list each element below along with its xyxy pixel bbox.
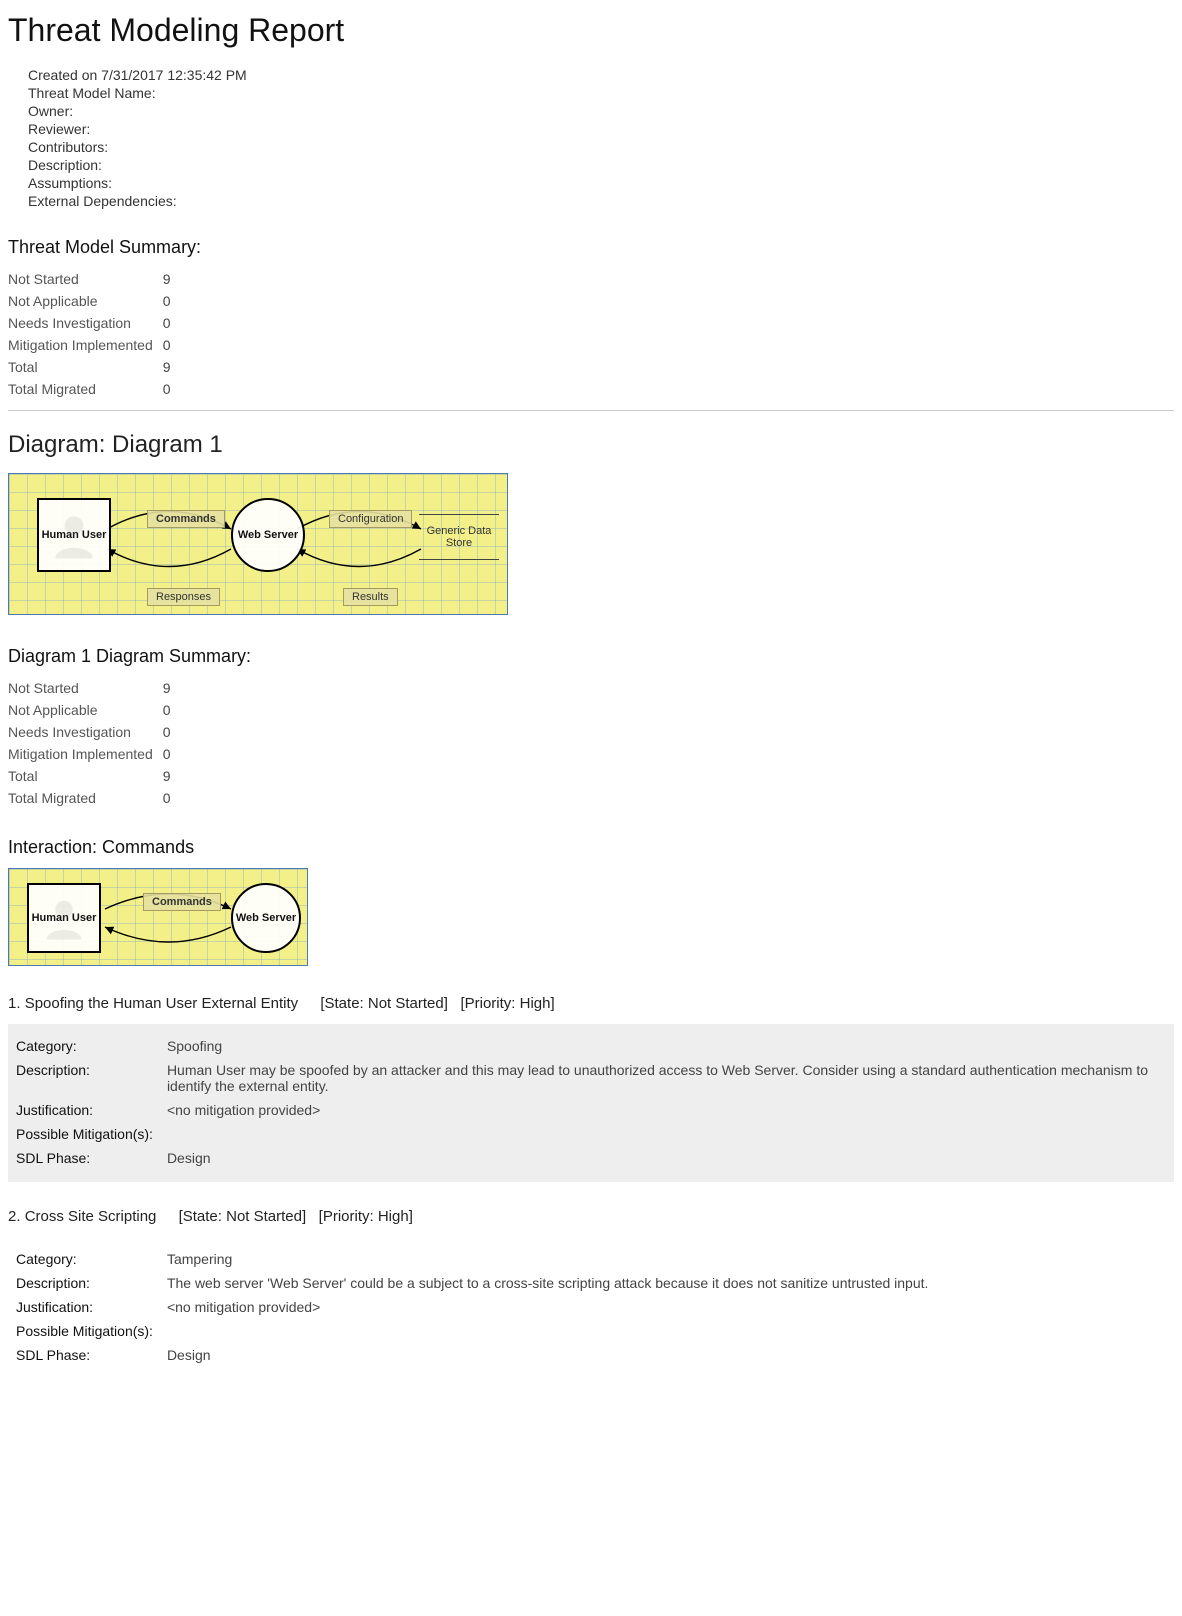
threat-field-value: <no mitigation provided> <box>167 1295 942 1319</box>
diagram-summary-table: Not Started9 Not Applicable0 Needs Inves… <box>8 677 181 809</box>
node-label: Human User <box>42 529 107 541</box>
summary-row: Not Applicable0 <box>8 290 181 312</box>
threat-field-label: Possible Mitigation(s): <box>16 1319 167 1343</box>
field-contributors: Contributors: <box>28 139 1174 155</box>
threat-title: Spoofing the Human User External Entity <box>25 995 298 1012</box>
threat-title: Cross Site Scripting <box>25 1208 157 1225</box>
field-description: Description: <box>28 157 1174 173</box>
report-metadata: Created on 7/31/2017 12:35:42 PM Threat … <box>28 67 1174 209</box>
field-owner: Owner: <box>28 103 1174 119</box>
threat-field-value: Design <box>167 1146 1166 1170</box>
flow-label-configuration: Configuration <box>329 510 412 528</box>
summary-row: Needs Investigation0 <box>8 721 181 743</box>
threat-field-value: Spoofing <box>167 1034 1166 1058</box>
threat-priority <box>310 1208 318 1225</box>
threat-field-label: Description: <box>16 1271 167 1295</box>
diagram-frame: Human User Web Server Generic Data Store… <box>8 473 508 615</box>
flow-label-commands: Commands <box>147 510 225 528</box>
summary-row: Not Started9 <box>8 268 181 290</box>
node-human-user: Human User <box>37 498 111 572</box>
threat-field-label: Justification: <box>16 1098 167 1122</box>
diagram-summary-heading: Diagram 1 Diagram Summary: <box>8 646 1174 667</box>
threat-block: Category:Spoofing Description:Human User… <box>8 1024 1174 1182</box>
summary-heading: Threat Model Summary: <box>8 237 1174 258</box>
threat-field-value: Tampering <box>167 1247 942 1271</box>
summary-row: Total Migrated0 <box>8 787 181 809</box>
node-label: Generic Data Store <box>419 525 499 549</box>
threat-field-label: Justification: <box>16 1295 167 1319</box>
field-reviewer: Reviewer: <box>28 121 1174 137</box>
threat-field-value: The web server 'Web Server' could be a s… <box>167 1271 942 1295</box>
summary-table: Not Started9 Not Applicable0 Needs Inves… <box>8 268 181 400</box>
threat-field-label: Category: <box>16 1247 167 1271</box>
node-web-server: Web Server <box>231 883 301 953</box>
threat-field-value: Design <box>167 1343 942 1367</box>
summary-row: Not Started9 <box>8 677 181 699</box>
threat-number: 1. <box>8 995 21 1012</box>
node-label: Web Server <box>236 912 296 924</box>
field-ext-deps: External Dependencies: <box>28 193 1174 209</box>
summary-row: Needs Investigation0 <box>8 312 181 334</box>
diagram-heading: Diagram: Diagram 1 <box>8 431 1174 459</box>
interaction-heading: Interaction: Commands <box>8 837 1174 858</box>
threat-field-value: <no mitigation provided> <box>167 1098 1166 1122</box>
threat-field-value: Human User may be spoofed by an attacker… <box>167 1058 1166 1098</box>
flow-label-commands: Commands <box>143 893 221 911</box>
summary-row: Total9 <box>8 765 181 787</box>
field-assumptions: Assumptions: <box>28 175 1174 191</box>
node-label: Human User <box>32 912 97 924</box>
threat-heading: 2. Cross Site Scripting [State: Not Star… <box>8 1208 1174 1225</box>
node-label: Web Server <box>238 529 298 541</box>
report-title: Threat Modeling Report <box>8 12 1174 49</box>
summary-row: Mitigation Implemented0 <box>8 743 181 765</box>
threat-field-label: Possible Mitigation(s): <box>16 1122 167 1146</box>
threat-state: [State: Not Started] <box>320 995 448 1012</box>
threat-priority: [Priority: High] <box>460 995 554 1012</box>
threat-field-label: Category: <box>16 1034 167 1058</box>
threat-heading: 1. Spoofing the Human User External Enti… <box>8 995 1174 1012</box>
threat-priority: [Priority: High] <box>319 1208 413 1225</box>
threat-state: [State: Not Started] <box>179 1208 307 1225</box>
node-web-server: Web Server <box>231 498 305 572</box>
threat-field-label: SDL Phase: <box>16 1146 167 1170</box>
threat-number: 2. <box>8 1208 21 1225</box>
summary-row: Mitigation Implemented0 <box>8 334 181 356</box>
threat-block: Category:Tampering Description:The web s… <box>8 1237 1174 1379</box>
interaction-diagram-frame: Human User Web Server Commands <box>8 868 308 966</box>
flow-label-responses: Responses <box>147 588 220 606</box>
summary-row: Total Migrated0 <box>8 378 181 400</box>
threat-field-value <box>167 1319 942 1343</box>
threat-field-label: Description: <box>16 1058 167 1098</box>
summary-row: Total9 <box>8 356 181 378</box>
threat-field-value <box>167 1122 1166 1146</box>
summary-row: Not Applicable0 <box>8 699 181 721</box>
node-data-store: Generic Data Store <box>419 514 499 560</box>
field-model-name: Threat Model Name: <box>28 85 1174 101</box>
threat-field-label: SDL Phase: <box>16 1343 167 1367</box>
separator <box>8 410 1174 411</box>
node-human-user: Human User <box>27 883 101 953</box>
flow-label-results: Results <box>343 588 398 606</box>
created-on: Created on 7/31/2017 12:35:42 PM <box>28 67 1174 83</box>
